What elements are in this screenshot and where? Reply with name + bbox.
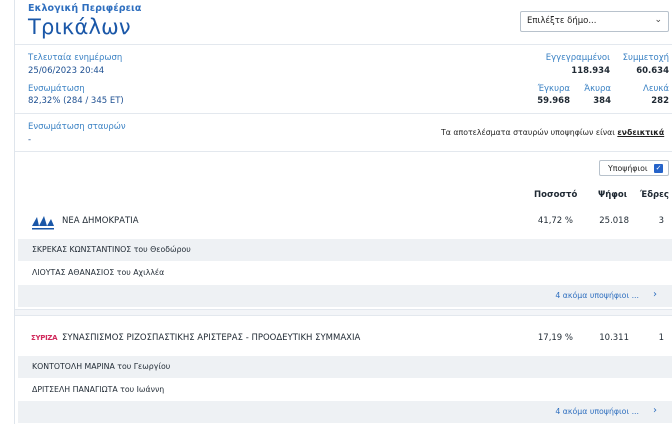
notice-text: Τα αποτελέσματα σταυρών υποψηφίων είναι [441,128,618,137]
party-name: ΣΥΝΑΣΠΙΣΜΟΣ ΡΙΖΟΣΠΑΣΤΙΚΗΣ ΑΡΙΣΤΕΡΑΣ - ΠΡ… [62,333,361,343]
registered-value: 118.934 [571,66,610,76]
integration-value: 82,32% (284 / 345 ΕΤ) [28,96,124,106]
party-seats: 1 [658,333,664,343]
valid-label: Έγκυρα [537,84,570,94]
candidate-row[interactable]: ΔΡΙΤΣΕΛΗ ΠΑΝΑΓΙΩΤΑ του Ιωάννη [18,379,672,401]
cross-integration-value: - [28,135,32,145]
divider [15,151,672,152]
column-seats: Έδρες [640,190,669,200]
candidate-row[interactable]: ΚΟΝΤΟΤΟΛΗ ΜΑΡΙΝΑ του Γεωργίου [18,356,672,378]
blank-value: 282 [651,96,669,106]
last-update-value: 25/06/2023 20:44 [28,66,105,76]
results-page: Εκλογική Περιφέρεια Τρικάλων Επιλέξτε δή… [0,0,672,424]
nd-logo-icon [32,216,54,230]
column-percent: Ποσοστό [534,190,578,200]
indicative-notice: Τα αποτελέσματα σταυρών υποψηφίων είναι … [441,128,664,137]
party-name: ΝΕΑ ΔΗΜΟΚΡΑΤΙΑ [62,216,139,226]
party-row[interactable]: ΣΥΡΙΖΑ ΣΥΝΑΣΠΙΣΜΟΣ ΡΙΖΟΣΠΑΣΤΙΚΗΣ ΑΡΙΣΤΕΡ… [18,328,672,350]
last-update-label: Τελευταία ενημέρωση [28,53,123,63]
column-votes: Ψήφοι [598,190,628,200]
candidates-toggle[interactable]: Υποψήφιοι ✓ [599,160,669,176]
party-percent: 17,19 % [537,333,573,343]
integration-label: Ενσωμάτωση [28,84,85,94]
registered-label: Εγγεγραμμένοι [545,53,610,63]
region-label: Εκλογική Περιφέρεια [28,3,142,14]
syriza-logo-icon: ΣΥΡΙΖΑ [31,334,58,342]
municipality-select-value: Επιλέξτε δήμο... [527,16,597,26]
invalid-label: Άκυρα [584,84,611,94]
region-title: Τρικάλων [28,15,131,39]
turnout-value: 60.634 [636,66,669,76]
checkbox-checked-icon[interactable]: ✓ [654,164,663,173]
divider [15,113,672,114]
more-candidates-button[interactable]: 4 ακόμα υποψήφιοι ... › [18,401,672,423]
municipality-select[interactable]: Επιλέξτε δήμο... ⌄ [520,11,669,32]
invalid-value: 384 [593,96,611,106]
party-separator [15,309,672,316]
more-candidates-button[interactable]: 4 ακόμα υποψήφιοι ... › [18,285,672,307]
valid-value: 59.968 [537,96,570,106]
more-candidates-label: 4 ακόμα υποψήφιοι ... [555,291,639,300]
cross-integration-label: Ενσωμάτωση σταυρών [28,122,126,132]
party-row[interactable]: ΝΕΑ ΔΗΜΟΚΡΑΤΙΑ 41,72 % 25.018 3 [18,211,672,233]
more-candidates-label: 4 ακόμα υποψήφιοι ... [555,407,639,416]
party-seats: 3 [658,216,664,226]
turnout-label: Συμμετοχή [622,53,669,63]
chevron-right-icon: › [653,405,657,416]
party-votes: 10.311 [599,333,629,343]
left-border [14,0,15,424]
chevron-right-icon: › [653,289,657,300]
notice-link[interactable]: ενδεικτικά [617,128,664,137]
party-votes: 25.018 [599,216,629,226]
candidate-row[interactable]: ΛΙΟΥΤΑΣ ΑΘΑΝΑΣΙΟΣ του Αχιλλέα [18,262,672,284]
divider [15,44,672,45]
chevron-down-icon: ⌄ [654,15,662,25]
candidates-toggle-label: Υποψήφιοι [608,164,648,173]
candidate-row[interactable]: ΣΚΡΕΚΑΣ ΚΩΝΣΤΑΝΤΙΝΟΣ του Θεοδώρου [18,239,672,261]
header: Εκλογική Περιφέρεια Τρικάλων [28,3,141,39]
party-percent: 41,72 % [537,216,573,226]
blank-label: Λευκά [643,84,669,94]
